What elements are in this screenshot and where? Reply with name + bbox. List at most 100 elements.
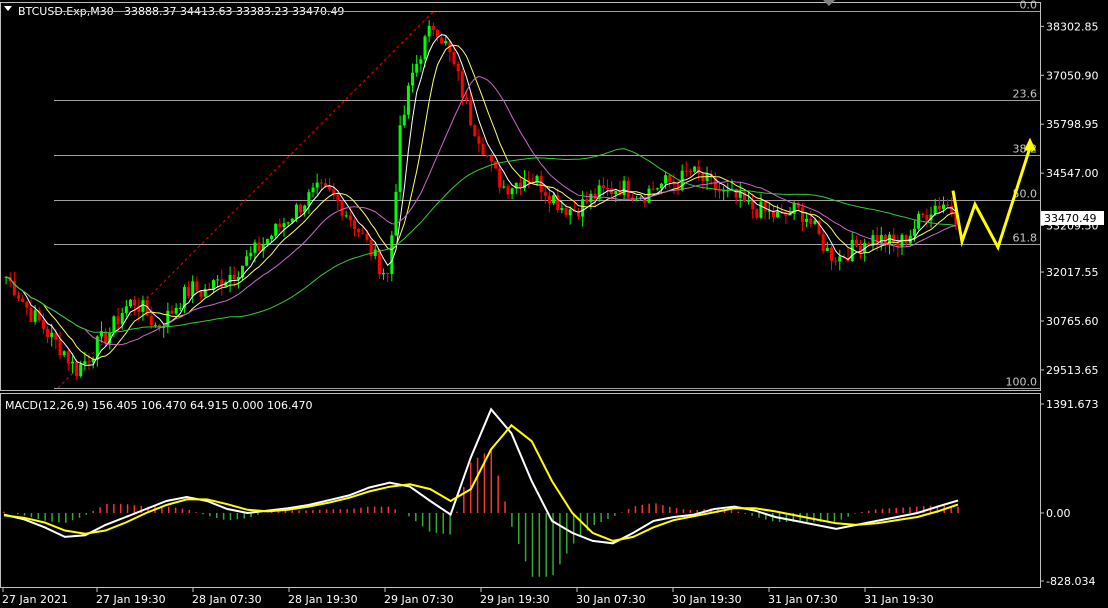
time-axis-label: 29 Jan 19:30: [480, 593, 550, 606]
candle-body: [838, 256, 842, 262]
candle-body: [195, 281, 199, 291]
candle-body: [133, 299, 137, 306]
candle-body: [688, 171, 692, 173]
candle-body: [415, 63, 419, 73]
candle-body: [29, 307, 33, 322]
candle-body: [257, 242, 261, 251]
candle-body: [286, 222, 290, 224]
candle-body: [477, 136, 481, 144]
candle-body: [759, 201, 763, 218]
candle-body: [382, 272, 386, 275]
candle-body: [265, 238, 269, 245]
candle-body: [809, 218, 813, 224]
fib-level-label: 61.8: [1013, 232, 1038, 245]
candle-body: [506, 186, 510, 195]
candle-body: [124, 306, 128, 314]
candle-body: [464, 97, 468, 101]
candle-body: [187, 287, 191, 297]
candle-body: [120, 313, 124, 325]
candle-body: [394, 191, 398, 236]
candle-body: [473, 125, 477, 137]
candle-body: [411, 72, 415, 86]
candle-body: [564, 207, 568, 216]
candle-body: [390, 235, 394, 275]
candle-body: [547, 195, 551, 204]
candle-body: [552, 195, 556, 204]
price-axis-label: 29513.65: [1046, 364, 1099, 377]
candle-body: [46, 328, 50, 337]
candle-body: [668, 175, 672, 183]
candle-body: [560, 207, 564, 210]
time-axis-label: 28 Jan 07:30: [192, 593, 262, 606]
candle-body: [904, 234, 908, 244]
chart-background: [0, 0, 1108, 608]
candle-body: [655, 188, 659, 190]
candle-body: [829, 247, 833, 261]
time-axis-label: 31 Jan 19:30: [864, 593, 934, 606]
current-price-tag: 33470.49: [1041, 211, 1104, 225]
candle-body: [174, 308, 178, 314]
candle-body: [805, 218, 809, 222]
time-axis-label: 27 Jan 19:30: [96, 593, 166, 606]
candle-body: [386, 272, 390, 275]
candle-body: [294, 204, 298, 219]
fib-level-label: 0.0: [1020, 0, 1038, 12]
candle-body: [75, 361, 79, 377]
candle-body: [178, 307, 182, 309]
candle-body: [41, 320, 45, 329]
candle-body: [253, 242, 257, 253]
candle-body: [539, 175, 543, 193]
candle-body: [502, 186, 506, 188]
candle-body: [79, 364, 83, 377]
macd-axis-label: 1391.673: [1046, 398, 1099, 411]
candle-body: [352, 220, 356, 230]
candle-body: [850, 239, 854, 262]
candle-body: [601, 185, 605, 189]
candle-body: [319, 182, 323, 184]
candle-body: [825, 247, 829, 251]
candle-body: [543, 192, 547, 196]
candle-body: [365, 233, 369, 240]
candle-body: [585, 199, 589, 203]
candle-body: [693, 166, 697, 172]
candle-body: [232, 274, 236, 280]
candle-body: [423, 36, 427, 60]
candle-body: [664, 175, 668, 184]
candle-body: [718, 190, 721, 192]
trading-chart[interactable]: BTCUSD.Exp,M30 33888.37 34413.63 33383.2…: [0, 0, 1108, 608]
macd-axis-label: 0.00: [1046, 507, 1071, 520]
candle-body: [705, 173, 709, 181]
candle-body: [460, 71, 464, 98]
candle-body: [199, 290, 203, 297]
candle-body: [498, 168, 502, 188]
candle-body: [112, 316, 116, 334]
candle-body: [299, 204, 303, 213]
candle-body: [170, 310, 174, 314]
time-axis-label: 29 Jan 07:30: [384, 593, 454, 606]
candle-body: [348, 215, 352, 221]
candle-body: [58, 339, 62, 356]
price-axis-label: 34547.00: [1046, 167, 1099, 180]
time-axis-label: 27 Jan 2021: [2, 593, 68, 606]
time-axis-label: 31 Jan 07:30: [768, 593, 838, 606]
macd-header: MACD(12,26,9) 156.405 106.470 64.915 0.0…: [5, 399, 312, 412]
candle-body: [776, 211, 780, 218]
candle-body: [854, 239, 858, 246]
candle-body: [419, 59, 423, 64]
candle-body: [589, 193, 593, 203]
candle-body: [800, 207, 804, 222]
time-axis-label: 30 Jan 19:30: [672, 593, 742, 606]
candle-body: [361, 232, 365, 234]
candle-body: [33, 310, 37, 322]
candle-body: [510, 188, 514, 195]
candle-body: [17, 295, 21, 299]
candle-body: [494, 161, 498, 169]
candle-body: [21, 298, 25, 302]
candle-body: [946, 204, 950, 206]
candle-body: [440, 37, 444, 44]
candle-body: [249, 252, 253, 257]
candle-body: [62, 351, 66, 356]
candle-body: [813, 220, 817, 224]
candle-body: [344, 215, 348, 217]
candle-body: [912, 228, 916, 236]
